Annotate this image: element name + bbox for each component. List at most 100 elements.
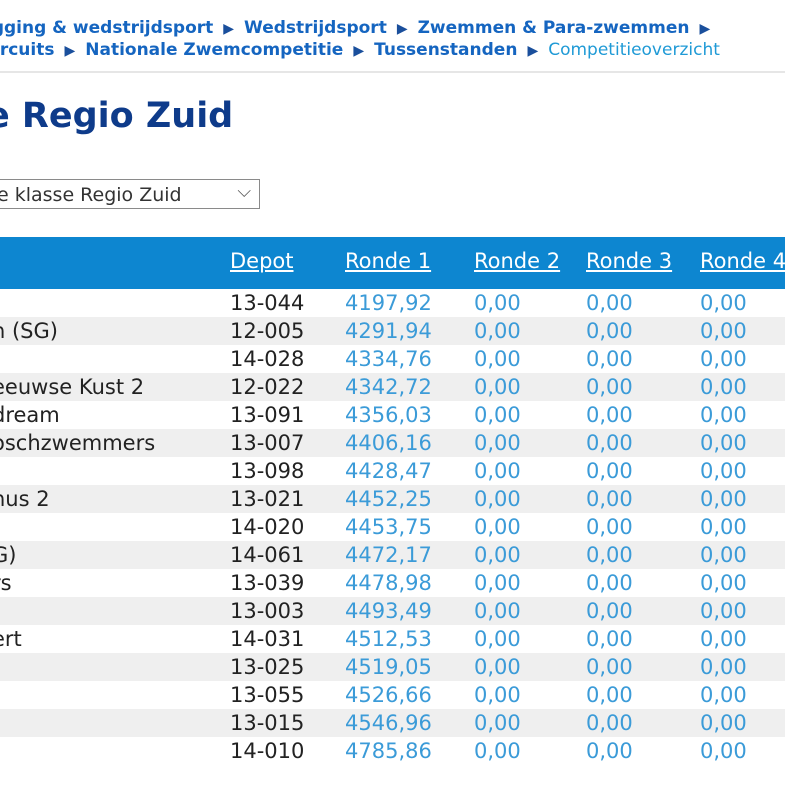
class-select[interactable]: e klasse Regio Zuid ⌵	[0, 179, 260, 209]
ronde-1-score: 4356,03	[345, 403, 432, 427]
team-name: dream	[0, 403, 60, 427]
table-row: 13-025 4519,05 0,00 0,00 0,00	[0, 653, 785, 681]
standings-table-body: 13-044 4197,92 0,00 0,00 0,00 n (SG) 12-005 429…	[0, 289, 785, 765]
header-ronde-1-link[interactable]: Ronde 1	[345, 249, 431, 273]
ronde-1-score: 4342,72	[345, 375, 432, 399]
breadcrumb-link[interactable]: igging & wedstrijdsport	[0, 18, 213, 38]
team-name: ert	[0, 627, 22, 651]
header-divider	[0, 71, 785, 73]
ronde-1-score: 4493,49	[345, 599, 432, 623]
table-row: 13-098 4428,47 0,00 0,00 0,00	[0, 457, 785, 485]
header-ronde-3-link[interactable]: Ronde 3	[586, 249, 672, 273]
ronde-1-score: 4512,53	[345, 627, 432, 651]
table-row: nus 2 13-021 4452,25 0,00 0,00 0,00	[0, 485, 785, 513]
team-name: rs	[0, 571, 12, 595]
ronde-4-score: 0,00	[700, 683, 747, 707]
depot-cell: 14-061	[230, 543, 305, 567]
ronde-2-score: 0,00	[474, 431, 521, 455]
ronde-3-score: 0,00	[586, 627, 633, 651]
ronde-3-score: 0,00	[586, 431, 633, 455]
breadcrumb-line-2: ircuits ▶ Nationale Zwemcompetitie ▶ Tussens…	[0, 40, 720, 60]
ronde-1-score: 4478,98	[345, 571, 432, 595]
ronde-2-score: 0,00	[474, 739, 521, 763]
breadcrumb-separator-icon: ▶	[64, 43, 76, 59]
depot-cell: 13-003	[230, 599, 305, 623]
ronde-3-score: 0,00	[586, 655, 633, 679]
ronde-2-score: 0,00	[474, 487, 521, 511]
ronde-4-score: 0,00	[700, 487, 747, 511]
ronde-3-score: 0,00	[586, 459, 633, 483]
team-name: nus 2	[0, 487, 50, 511]
ronde-2-score: 0,00	[474, 459, 521, 483]
breadcrumb-link[interactable]: Nationale Zwemcompetitie	[85, 40, 343, 60]
depot-cell: 13-025	[230, 655, 305, 679]
ronde-4-score: 0,00	[700, 431, 747, 455]
ronde-2-score: 0,00	[474, 655, 521, 679]
ronde-2-score: 0,00	[474, 319, 521, 343]
table-row: rs 13-039 4478,98 0,00 0,00 0,00	[0, 569, 785, 597]
table-row: oschzwemmers 13-007 4406,16 0,00 0,00 0,00	[0, 429, 785, 457]
ronde-3-score: 0,00	[586, 403, 633, 427]
ronde-4-score: 0,00	[700, 571, 747, 595]
ronde-4-score: 0,00	[700, 291, 747, 315]
ronde-2-score: 0,00	[474, 347, 521, 371]
breadcrumb-current: Competitieoverzicht	[548, 40, 720, 60]
ronde-1-score: 4334,76	[345, 347, 432, 371]
depot-cell: 13-015	[230, 711, 305, 735]
ronde-4-score: 0,00	[700, 711, 747, 735]
ronde-4-score: 0,00	[700, 655, 747, 679]
ronde-4-score: 0,00	[700, 375, 747, 399]
breadcrumb-link[interactable]: Tussenstanden	[374, 40, 517, 60]
depot-cell: 13-007	[230, 431, 305, 455]
ronde-4-score: 0,00	[700, 739, 747, 763]
depot-cell: 12-022	[230, 375, 305, 399]
page-title: e Regio Zuid	[0, 96, 234, 136]
header-depot-link[interactable]: Depot	[230, 249, 294, 273]
ronde-2-score: 0,00	[474, 711, 521, 735]
breadcrumb-link[interactable]: ircuits	[0, 40, 54, 60]
ronde-3-score: 0,00	[586, 347, 633, 371]
ronde-3-score: 0,00	[586, 319, 633, 343]
depot-cell: 13-039	[230, 571, 305, 595]
depot-cell: 13-091	[230, 403, 305, 427]
table-row: 14-028 4334,76 0,00 0,00 0,00	[0, 345, 785, 373]
ronde-2-score: 0,00	[474, 515, 521, 539]
ronde-2-score: 0,00	[474, 683, 521, 707]
depot-cell: 13-098	[230, 459, 305, 483]
breadcrumb-separator-icon: ▶	[353, 43, 365, 59]
breadcrumb: igging & wedstrijdsport ▶ Wedstrijdsport ▶ Z…	[0, 14, 785, 70]
depot-cell: 14-031	[230, 627, 305, 651]
ronde-1-score: 4526,66	[345, 683, 432, 707]
ronde-1-score: 4197,92	[345, 291, 432, 315]
header-ronde-4-link[interactable]: Ronde 4	[700, 249, 785, 273]
breadcrumb-link[interactable]: Zwemmen & Para-zwemmen	[418, 18, 690, 38]
breadcrumb-line-1: igging & wedstrijdsport ▶ Wedstrijdsport ▶ Z…	[0, 18, 720, 38]
table-header: Depot Ronde 1 Ronde 2 Ronde 3 Ronde 4	[0, 237, 785, 289]
ronde-1-score: 4452,25	[345, 487, 432, 511]
ronde-4-score: 0,00	[700, 543, 747, 567]
header-ronde-2-link[interactable]: Ronde 2	[474, 249, 560, 273]
table-row: n (SG) 12-005 4291,94 0,00 0,00 0,00	[0, 317, 785, 345]
table-row: G) 14-061 4472,17 0,00 0,00 0,00	[0, 541, 785, 569]
team-name: n (SG)	[0, 319, 58, 343]
team-name: oschzwemmers	[0, 431, 156, 455]
class-select-value: e klasse Regio Zuid	[0, 184, 182, 206]
ronde-2-score: 0,00	[474, 627, 521, 651]
ronde-1-score: 4291,94	[345, 319, 432, 343]
ronde-3-score: 0,00	[586, 571, 633, 595]
ronde-1-score: 4519,05	[345, 655, 432, 679]
breadcrumb-separator-icon: ▶	[527, 43, 539, 59]
table-row: 13-003 4493,49 0,00 0,00 0,00	[0, 597, 785, 625]
table-row: 13-015 4546,96 0,00 0,00 0,00	[0, 709, 785, 737]
ronde-4-score: 0,00	[700, 627, 747, 651]
table-row: dream 13-091 4356,03 0,00 0,00 0,00	[0, 401, 785, 429]
depot-cell: 14-020	[230, 515, 305, 539]
ronde-3-score: 0,00	[586, 375, 633, 399]
ronde-4-score: 0,00	[700, 515, 747, 539]
depot-cell: 13-055	[230, 683, 305, 707]
ronde-1-score: 4428,47	[345, 459, 432, 483]
ronde-3-score: 0,00	[586, 515, 633, 539]
depot-cell: 12-005	[230, 319, 305, 343]
breadcrumb-link[interactable]: Wedstrijdsport	[244, 18, 387, 38]
table-row: eeuwse Kust 2 12-022 4342,72 0,00 0,00 0,00	[0, 373, 785, 401]
